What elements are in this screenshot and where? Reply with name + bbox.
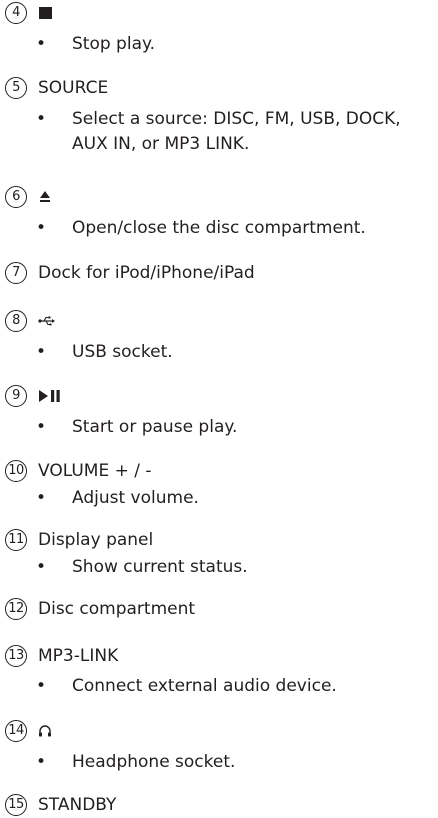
item-description: Connect external audio device. <box>36 674 432 699</box>
item-number: 7 <box>5 262 27 284</box>
item-title: STANDBY <box>38 795 117 815</box>
item-display-panel: 11 Display panel Show current status. <box>0 529 438 580</box>
item-number: 9 <box>5 385 27 407</box>
item-headphone: 14 Headphone socket. <box>0 720 438 775</box>
item-number: 5 <box>5 77 27 99</box>
item-usb: 8 USB socket. <box>0 310 438 365</box>
item-number: 6 <box>5 186 27 208</box>
item-title: VOLUME + / - <box>38 461 152 481</box>
item-volume: 10 VOLUME + / - Adjust volume. <box>0 460 438 511</box>
item-description: Show current status. <box>36 555 432 580</box>
item-stop: 4 Stop play. <box>0 2 438 57</box>
item-description: Select a source: DISC, FM, USB, DOCK, AU… <box>36 107 432 157</box>
item-number: 14 <box>5 720 27 742</box>
item-number: 4 <box>5 2 27 24</box>
item-number: 8 <box>5 310 27 332</box>
item-title: Dock for iPod/iPhone/iPad <box>38 263 255 283</box>
item-description: Start or pause play. <box>36 415 432 440</box>
item-description: Adjust volume. <box>36 486 432 511</box>
item-title: MP3-LINK <box>38 646 119 666</box>
item-title: Display panel <box>38 530 154 550</box>
item-play-pause: 9 Start or pause play. <box>0 385 438 440</box>
eject-icon <box>38 186 52 208</box>
play-pause-icon <box>38 385 62 407</box>
item-title: SOURCE <box>38 78 109 98</box>
item-description: Stop play. <box>36 32 432 57</box>
item-number: 12 <box>5 598 27 620</box>
item-dock: 7 Dock for iPod/iPhone/iPad <box>0 262 438 286</box>
item-mp3-link: 13 MP3-LINK Connect external audio devic… <box>0 645 438 699</box>
usb-icon <box>38 310 56 332</box>
item-number: 13 <box>5 645 27 667</box>
item-number: 15 <box>5 794 27 816</box>
item-eject: 6 Open/close the disc compartment. <box>0 186 438 241</box>
item-disc-compartment: 12 Disc compartment <box>0 598 438 622</box>
item-standby: 15 STANDBY <box>0 794 438 818</box>
item-description: Headphone socket. <box>36 750 432 775</box>
item-description: Open/close the disc compartment. <box>36 216 432 241</box>
item-title: Disc compartment <box>38 599 196 619</box>
item-number: 11 <box>5 529 27 551</box>
item-number: 10 <box>5 460 27 482</box>
manual-page: 4 Stop play. 5 SOURCE Select a source: D… <box>0 0 438 817</box>
stop-icon <box>38 2 54 24</box>
headphone-icon <box>38 720 52 742</box>
item-description: USB socket. <box>36 340 432 365</box>
item-source: 5 SOURCE Select a source: DISC, FM, USB,… <box>0 77 438 157</box>
